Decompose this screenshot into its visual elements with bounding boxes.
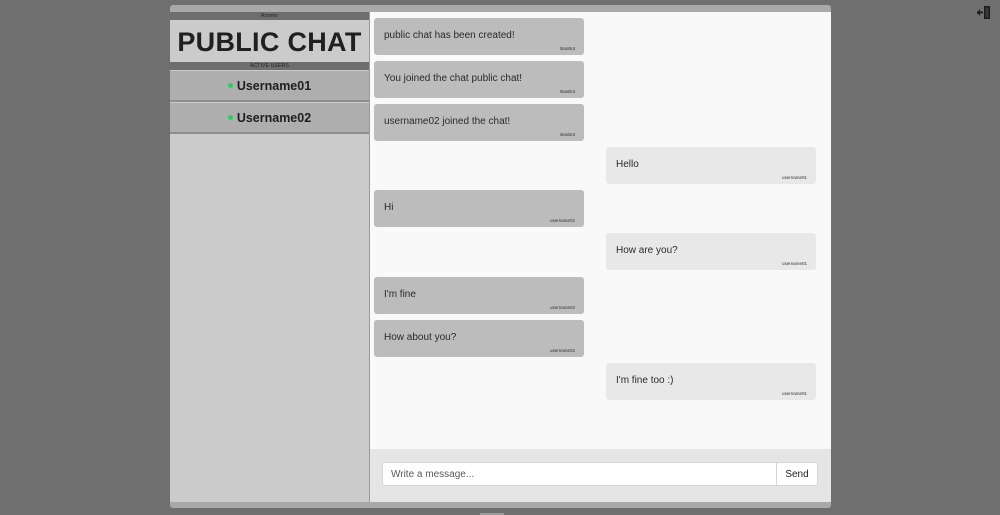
message-bubble: Hi username02 [374, 190, 584, 227]
message-author: BanBot [560, 132, 575, 137]
message-bubble: Hello username01 [606, 147, 816, 184]
chat-window: Rooms PUBLIC CHAT ACTIVE USERS Username0… [170, 5, 831, 508]
message-bubble: I'm fine too :) username01 [606, 363, 816, 400]
user-item-username02[interactable]: Username02 [170, 103, 369, 134]
message-bubble: You joined the chat public chat! BanBot [374, 61, 584, 98]
message-author: username01 [781, 391, 807, 396]
online-status-icon [227, 115, 233, 120]
message-composer: Send [370, 449, 831, 502]
rooms-label: Rooms [170, 12, 369, 20]
message-list[interactable]: public chat has been created! BanBot You… [370, 12, 831, 449]
message-text: Hi [384, 202, 394, 213]
message-text: How about you? [384, 332, 457, 343]
message-author: username02 [549, 305, 575, 310]
message-author: username01 [781, 261, 807, 266]
message-author: username01 [781, 175, 807, 180]
sidebar: Rooms PUBLIC CHAT ACTIVE USERS Username0… [170, 12, 370, 502]
user-name: Username01 [236, 78, 312, 93]
room-title: PUBLIC CHAT [177, 27, 362, 57]
message-text: I'm fine too :) [616, 375, 674, 386]
message-bubble: How about you? username02 [374, 320, 584, 357]
active-users-label: ACTIVE USERS [170, 62, 369, 70]
message-bubble: public chat has been created! BanBot [374, 18, 584, 55]
exit-icon[interactable] [977, 6, 991, 19]
user-item-username01[interactable]: Username01 [170, 71, 369, 102]
user-name: Username02 [236, 110, 312, 125]
message-author: BanBot [560, 46, 575, 51]
message-author: username02 [549, 348, 575, 353]
message-input[interactable] [382, 462, 777, 486]
message-bubble: How are you? username01 [606, 233, 816, 270]
message-bubble: username02 joined the chat! BanBot [374, 104, 584, 141]
message-bubble: I'm fine username02 [374, 277, 584, 314]
message-text: public chat has been created! [384, 30, 515, 41]
message-text: You joined the chat public chat! [384, 73, 523, 84]
send-button[interactable]: Send [777, 462, 818, 486]
message-author: BanBot [560, 89, 575, 94]
message-text: How are you? [616, 245, 678, 256]
message-text: Hello [616, 159, 639, 170]
message-text: username02 joined the chat! [384, 116, 511, 127]
message-text: I'm fine [384, 289, 416, 300]
message-author: username02 [549, 218, 575, 223]
online-status-icon [227, 83, 233, 88]
